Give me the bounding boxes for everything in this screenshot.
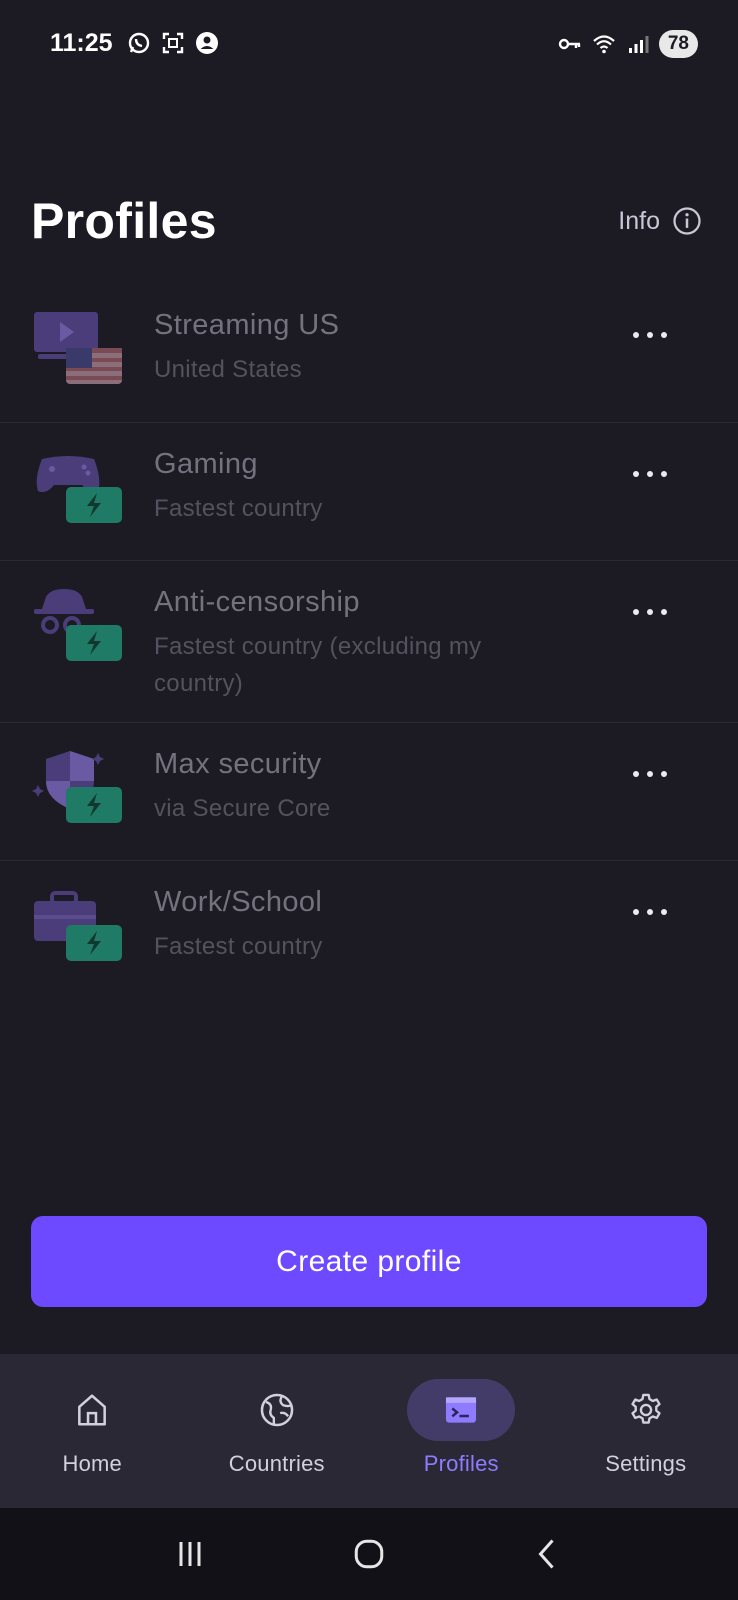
nav-item-countries[interactable]: Countries [185,1354,370,1508]
status-bar: 11:25 78 [0,0,738,90]
more-horizontal-icon [633,609,667,615]
screenshot-icon [160,30,186,56]
more-options-button[interactable] [628,318,672,352]
nav-label: Profiles [423,1451,499,1476]
create-profile-button[interactable]: Create profile [31,1216,707,1307]
vpn-key-icon [557,31,583,57]
gaming-icon [32,449,124,525]
more-horizontal-icon [633,471,667,477]
more-options-button[interactable] [628,595,672,629]
page-title: Profiles [31,193,217,249]
nav-icon-wrap [223,1379,331,1441]
signal-icon [625,31,651,57]
profile-text: Anti-censorship Fastest country (excludi… [154,585,554,702]
home-icon [78,1394,107,1426]
recent-apps-icon [179,1542,201,1566]
chevron-left-icon [538,1539,554,1569]
profile-subtitle: Fastest country [154,932,323,960]
work-school-icon [32,887,124,963]
max-security-icon [32,749,124,825]
profile-name: Work/School [154,886,323,918]
nav-icon-wrap [38,1379,146,1441]
profile-text: Work/School Fastest country [154,885,554,965]
status-right-icons: 78 [557,30,698,58]
profiles-icon [446,1397,477,1423]
profile-subtitle: Fastest country [154,494,323,522]
nav-label: Settings [605,1451,687,1476]
profile-row-work-school[interactable]: Work/School Fastest country [0,861,738,999]
system-nav-bar [0,1508,738,1600]
gear-icon [631,1393,661,1424]
status-time: 11:25 [50,29,113,57]
profile-text: Gaming Fastest country [154,447,554,527]
profile-subtitle: via Secure Core [154,794,331,822]
profile-name: Gaming [154,448,258,480]
nav-item-settings[interactable]: Settings [554,1354,738,1508]
profile-name: Streaming US [154,309,340,341]
profile-row-max-security[interactable]: Max security via Secure Core [0,723,738,861]
whatsapp-icon [126,30,152,56]
more-horizontal-icon [633,771,667,777]
more-options-button[interactable] [628,895,672,929]
wifi-icon [591,31,617,57]
more-options-button[interactable] [628,457,672,491]
info-button[interactable]: Info [618,206,702,236]
profile-subtitle: Fastest country (excluding my country) [154,632,482,697]
nav-item-profiles[interactable]: Profiles [369,1354,554,1508]
nav-icon-wrap [592,1379,700,1441]
profile-row-anti-censorship[interactable]: Anti-censorship Fastest country (excludi… [0,561,738,723]
info-icon [673,207,701,235]
info-label: Info [618,206,660,235]
back-button[interactable] [518,1524,578,1584]
home-circle-icon [354,1539,384,1569]
profile-list: Streaming US United States Gaming Fastes… [0,284,738,999]
nav-icon-wrap [407,1379,516,1441]
more-horizontal-icon [633,332,667,338]
globe-icon [260,1393,294,1427]
nav-label: Home [62,1451,122,1476]
more-options-button[interactable] [628,757,672,791]
status-left-icons [126,30,220,56]
nav-label: Countries [228,1451,325,1476]
bottom-nav: Home Countries Profiles Settings [0,1354,738,1508]
streaming-us-icon [32,310,124,386]
more-horizontal-icon [633,909,667,915]
profile-row-streaming-us[interactable]: Streaming US United States [0,284,738,423]
home-system-button[interactable] [339,1524,399,1584]
anti-censorship-icon [32,587,124,663]
recent-apps-button[interactable] [160,1524,220,1584]
profile-name: Max security [154,748,322,780]
profile-name: Anti-censorship [154,586,360,618]
profile-text: Streaming US United States [154,308,554,388]
nav-item-home[interactable]: Home [0,1354,185,1508]
account-icon [194,30,220,56]
battery-badge: 78 [658,30,698,58]
profile-row-gaming[interactable]: Gaming Fastest country [0,423,738,561]
profile-subtitle: United States [154,355,302,383]
profile-text: Max security via Secure Core [154,747,554,827]
